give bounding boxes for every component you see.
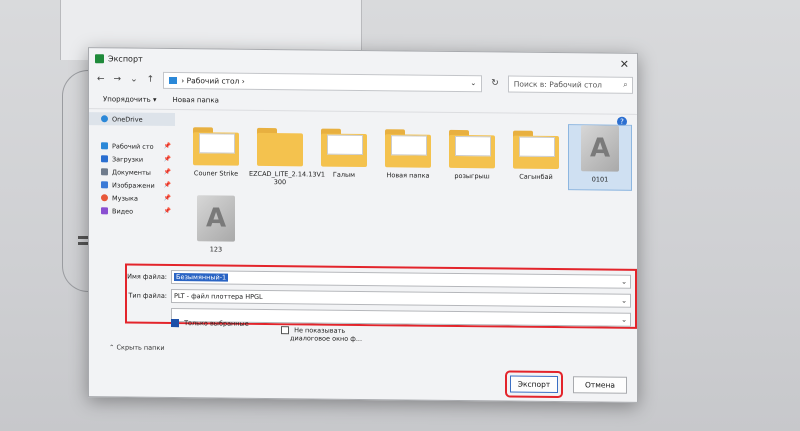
search-placeholder: Поиск в: Рабочий стол (513, 79, 602, 90)
dialog-title: Экспорт (108, 53, 143, 64)
desktop-icon (169, 76, 178, 84)
folder-item[interactable]: Couner Strike (185, 127, 247, 178)
hide-folders-button[interactable]: ⌃ Скрыть папки (109, 343, 165, 352)
music-icon (101, 194, 108, 202)
forward-arrow-icon[interactable]: → (114, 74, 122, 84)
desktop-icon (101, 142, 108, 150)
filename-label: Имя файла: (127, 272, 167, 281)
export-button[interactable]: Экспорт (510, 375, 558, 394)
sidebar-item-label: OneDrive (112, 114, 143, 124)
pin-icon: 📌 (163, 155, 171, 163)
dialog-buttons: Экспорт Отмена (505, 370, 627, 399)
file-name: розыгрыш (454, 171, 490, 181)
sidebar-item-desktop[interactable]: Рабочий сто 📌 (89, 139, 175, 153)
address-path: › Рабочий стол › (181, 75, 245, 86)
sidebar-item-label: Документы (112, 167, 151, 177)
sidebar-item-label: Рабочий сто (112, 141, 154, 151)
sidebar-item-documents[interactable]: Документы 📌 (89, 165, 175, 179)
filetype-select[interactable]: PLT - файл плоттера HPGL ⌄ (171, 288, 631, 308)
document-icon (101, 168, 108, 176)
sidebar-item-label: Видео (112, 206, 134, 216)
autodesk-file-item[interactable]: A 123 (185, 195, 247, 254)
file-name: 0101 (591, 175, 609, 184)
file-name: Сагынбай (519, 172, 553, 181)
cloud-icon (101, 115, 108, 123)
autodesk-file-icon: A (581, 125, 619, 172)
search-icon: ⌕ (623, 79, 628, 89)
folder-icon (513, 130, 559, 170)
pin-icon: 📌 (163, 207, 171, 215)
download-icon (101, 155, 108, 163)
options-area: Только выбранные Не показывать диалогово… (171, 318, 362, 343)
sidebar-item-label: Музыка (112, 193, 138, 203)
filetype-row: Тип файла: PLT - файл плоттера HPGL ⌄ (127, 288, 635, 309)
folder-item[interactable]: Сагынбай (505, 130, 567, 181)
folder-icon (257, 127, 303, 167)
folder-icon (193, 127, 239, 166)
only-selected-checkbox[interactable] (171, 318, 179, 328)
folder-item[interactable]: розыгрыш (441, 129, 503, 181)
pin-icon: 📌 (163, 194, 171, 202)
address-dropdown-icon[interactable]: ⌄ (470, 79, 476, 87)
sidebar-item-video[interactable]: Видео 📌 (89, 204, 175, 218)
pin-icon: 📌 (163, 181, 171, 189)
folder-icon (385, 129, 431, 168)
no-show-label-line2: диалоговое окно ф... (290, 334, 363, 343)
only-selected-label: Только выбранные (184, 319, 249, 328)
filename-input[interactable]: Безымянный-1 ⌄ (171, 269, 631, 289)
filetype-label: Тип файла: (128, 291, 167, 300)
filetype-value: PLT - файл плоттера HPGL (174, 292, 263, 301)
refresh-icon[interactable]: ↻ (491, 78, 499, 88)
filename-row: Имя файла: Безымянный-1 ⌄ (127, 269, 635, 290)
navigation-pane: OneDrive Рабочий сто 📌 Загрузки 📌 Докуме… (89, 112, 175, 263)
export-highlight: Экспорт (505, 370, 563, 399)
sidebar-item-onedrive[interactable]: OneDrive (89, 112, 175, 127)
sidebar-item-downloads[interactable]: Загрузки 📌 (89, 152, 175, 166)
filetype-dropdown-icon[interactable]: ⌄ (621, 297, 627, 305)
folder-item[interactable]: EZCAD_LITE_2.14.13V1 300 (249, 127, 325, 187)
app-icon (95, 53, 104, 63)
folder-item[interactable]: Новая папка (377, 129, 439, 180)
sidebar-item-pictures[interactable]: Изображени 📌 (89, 178, 175, 192)
file-list: Couner Strike EZCAD_LITE_2.14.13V1 300 Г… (185, 115, 633, 270)
filename-dropdown-icon[interactable]: ⌄ (621, 278, 627, 286)
autodesk-file-icon: A (197, 195, 235, 242)
new-folder-button[interactable]: Новая папка (173, 96, 219, 104)
autodesk-file-item[interactable]: A 0101 (568, 124, 632, 191)
file-name: 123 (209, 245, 223, 254)
no-show-checkbox[interactable] (281, 326, 289, 335)
filename-value: Безымянный-1 (174, 273, 229, 282)
sidebar-item-label: Загрузки (112, 154, 144, 164)
folder-item[interactable]: Галым (313, 128, 375, 179)
up-arrow-icon[interactable]: ↑ (147, 75, 155, 85)
organize-button[interactable]: Упорядочить ▾ (103, 95, 157, 104)
sidebar-item-label: Изображени (112, 180, 155, 190)
extra-dropdown-icon[interactable]: ⌄ (621, 316, 627, 324)
cancel-button[interactable]: Отмена (573, 376, 627, 394)
pin-icon: 📌 (163, 142, 171, 150)
history-dropdown-icon[interactable]: ⌄ (130, 75, 138, 85)
export-dialog: Экспорт ✕ ← → ⌄ ↑ › Рабочий стол › ⌄ ↻ П… (88, 47, 638, 403)
file-name: Галым (332, 170, 356, 179)
address-bar[interactable]: › Рабочий стол › ⌄ (163, 71, 483, 92)
file-name: Новая папка (386, 171, 430, 180)
video-icon (101, 207, 108, 215)
back-arrow-icon[interactable]: ← (97, 74, 105, 84)
pin-icon: 📌 (163, 168, 171, 176)
no-show-option[interactable]: Не показывать диалоговое окно ф... (281, 326, 362, 343)
folder-icon (321, 128, 367, 168)
close-icon[interactable]: ✕ (620, 57, 629, 70)
folder-icon (449, 129, 495, 169)
search-input[interactable]: Поиск в: Рабочий стол ⌕ (507, 75, 633, 94)
file-name: Couner Strike (193, 169, 239, 178)
image-icon (101, 181, 108, 189)
sidebar-item-music[interactable]: Музыка 📌 (89, 191, 175, 205)
